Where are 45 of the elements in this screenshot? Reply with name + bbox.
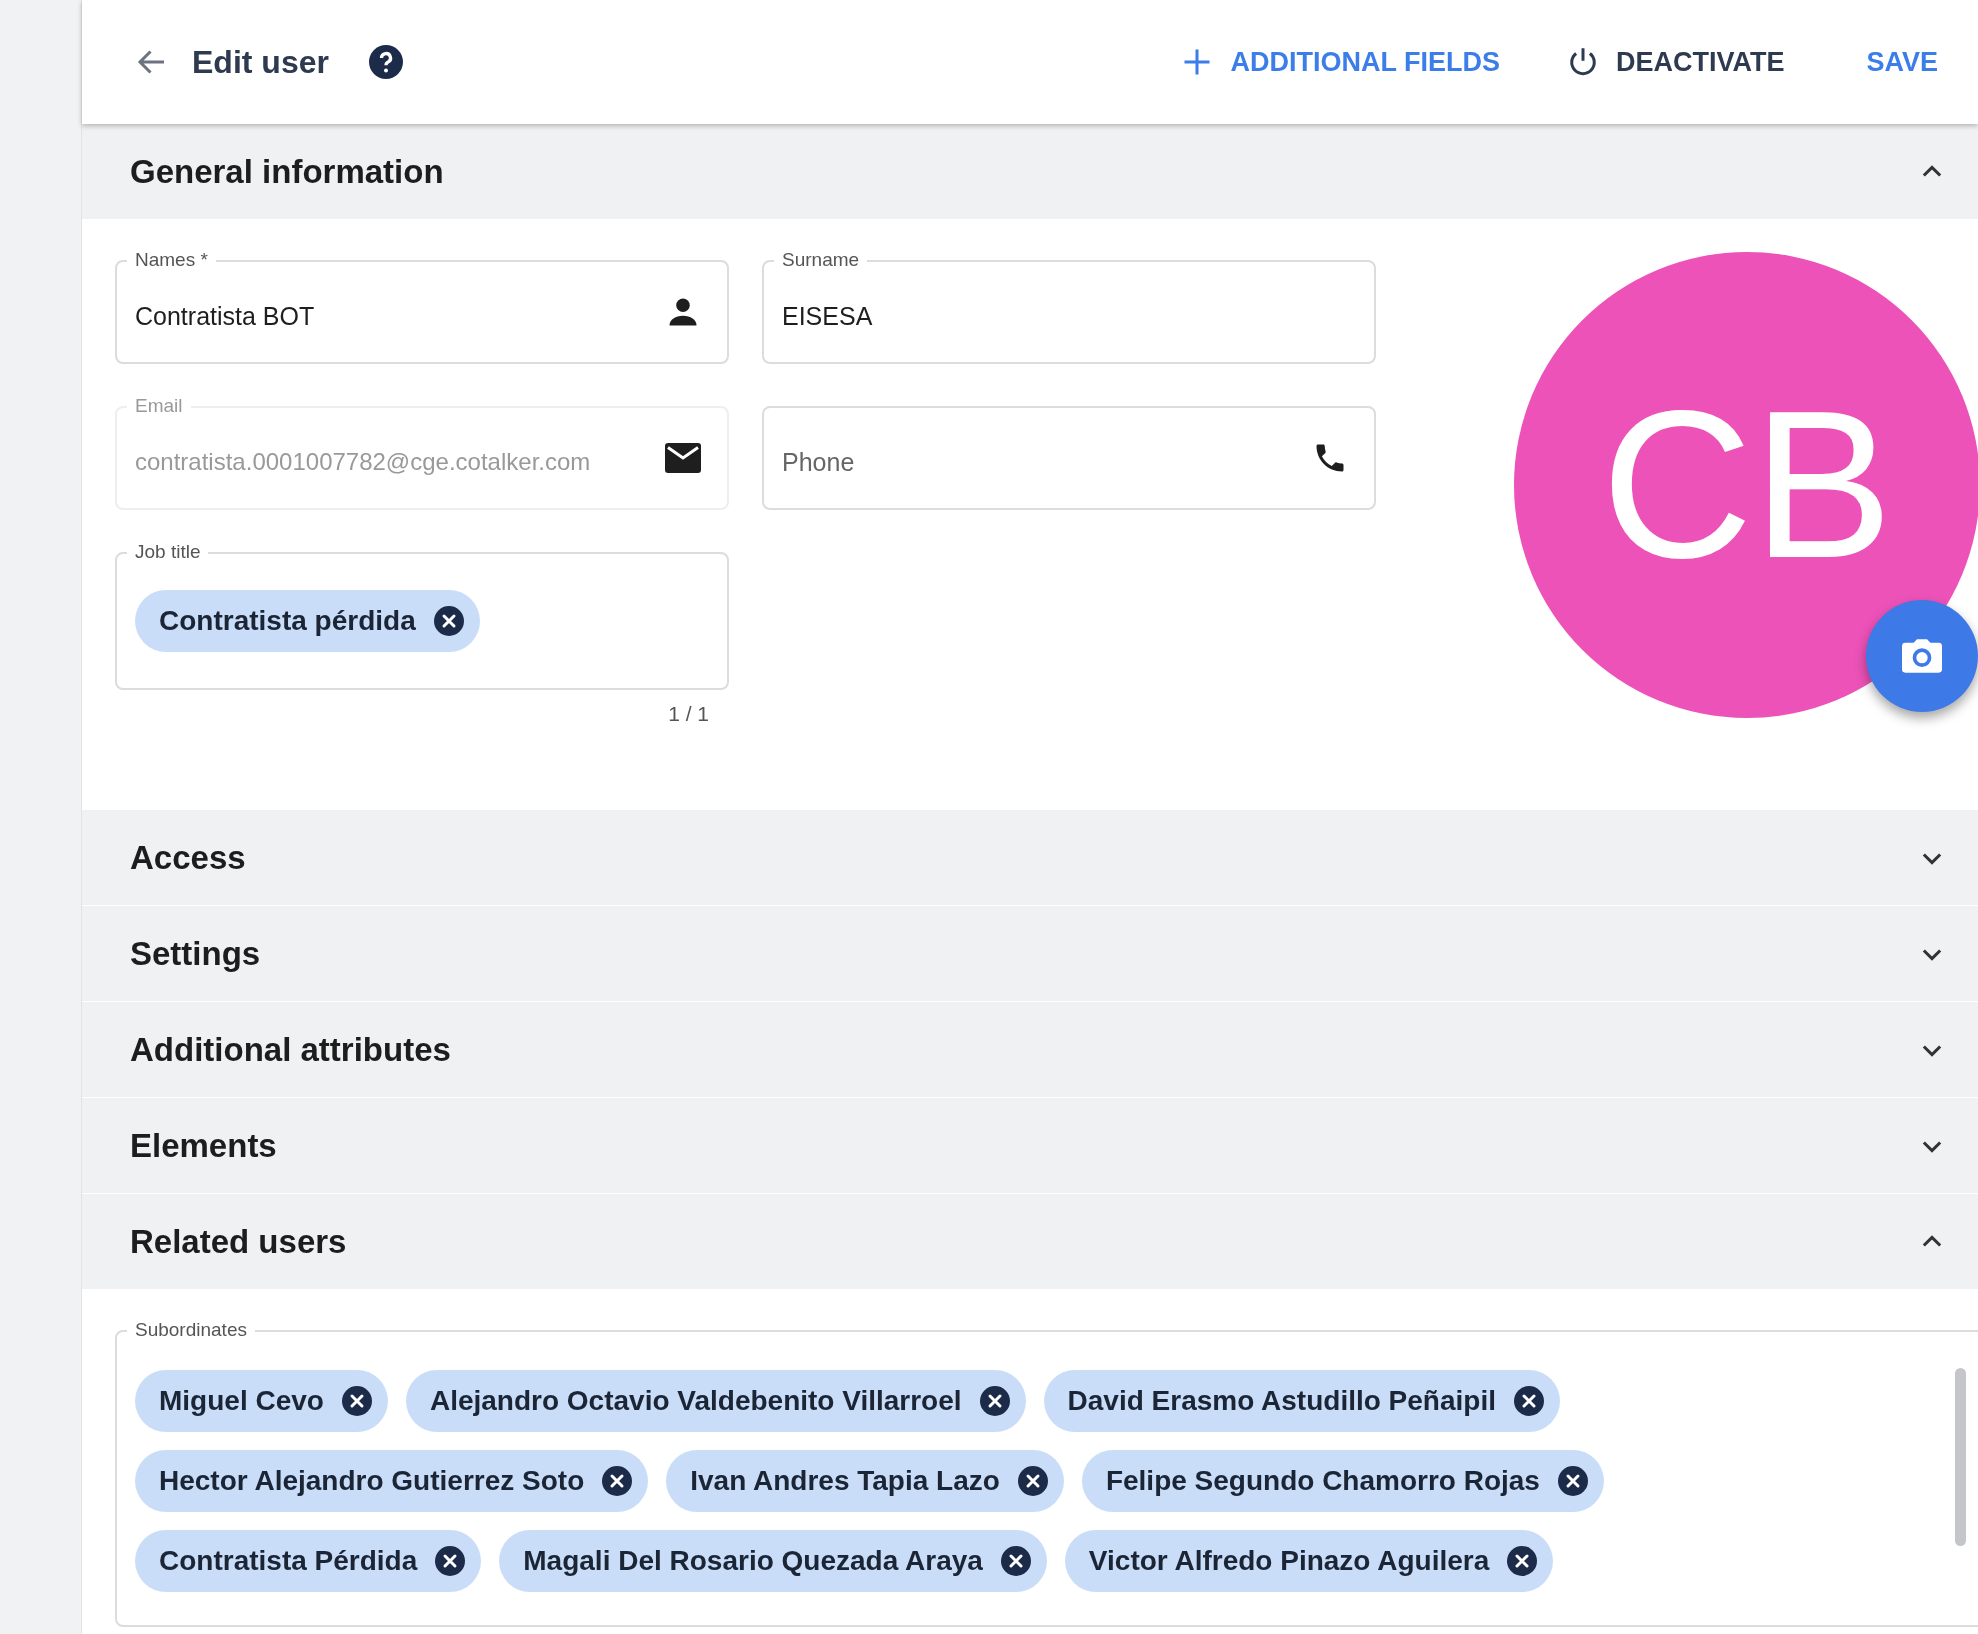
remove-icon[interactable] [1514, 1386, 1544, 1416]
remove-icon[interactable] [1000, 1546, 1031, 1576]
chip[interactable]: Alejandro Octavio Valdebenito Villarroel [405, 1370, 1026, 1432]
help-icon[interactable] [368, 45, 403, 79]
additional-fields-button[interactable]: ADDITIONAL FIELDS [1182, 46, 1500, 78]
mail-icon [665, 440, 701, 476]
remove-icon[interactable] [1017, 1466, 1048, 1496]
page-title: Edit user [192, 43, 329, 81]
remove-icon[interactable] [602, 1466, 633, 1496]
section-header[interactable]: Settings [82, 906, 1978, 1002]
remove-icon[interactable] [979, 1386, 1010, 1416]
remove-icon[interactable] [1507, 1546, 1538, 1576]
counter: 1 / 1 [668, 702, 709, 726]
chip[interactable]: Miguel Cevo [135, 1370, 388, 1432]
deactivate-button[interactable]: DEACTIVATE [1567, 46, 1785, 78]
remove-icon[interactable] [433, 606, 464, 636]
section-header[interactable]: Additional attributes [82, 1002, 1978, 1098]
section-header[interactable]: Related users [82, 1194, 1978, 1290]
scrollbar[interactable] [1955, 1368, 1966, 1546]
plus-icon [1182, 47, 1213, 77]
chip[interactable]: David Erasmo Astudillo Peñaipil [1043, 1370, 1560, 1432]
section-header[interactable]: General information [82, 124, 1978, 220]
remove-icon[interactable] [1557, 1466, 1588, 1496]
section-title: Additional attributes [130, 1030, 452, 1069]
chip[interactable]: Victor Alfredo Pinazo Aguilera [1064, 1530, 1554, 1592]
section-title: Related users [130, 1222, 348, 1261]
camera-button[interactable] [1866, 600, 1978, 712]
chip[interactable]: Hector Alejandro Gutierrez Soto [135, 1450, 649, 1512]
power-icon [1567, 47, 1598, 77]
section-header[interactable]: Access [82, 810, 1978, 906]
section-title: Access [130, 838, 247, 877]
chip[interactable]: Ivan Andres Tapia Lazo [666, 1450, 1064, 1512]
chip[interactable]: Contratista pérdida [135, 590, 480, 652]
chip[interactable]: Felipe Segundo Chamorro Rojas [1081, 1450, 1604, 1512]
section-title: Elements [130, 1126, 278, 1165]
camera-icon [1902, 639, 1942, 673]
section-header[interactable]: Elements [82, 1098, 1978, 1194]
remove-icon[interactable] [341, 1386, 372, 1416]
section-title: Settings [130, 934, 262, 973]
chip[interactable]: Magali Del Rosario Quezada Araya [499, 1530, 1047, 1592]
chip[interactable]: Contratista Pérdida [135, 1530, 482, 1592]
section-title: General information [130, 152, 445, 191]
remove-icon[interactable] [435, 1546, 466, 1576]
avatar: CB [1514, 252, 1978, 718]
save-button[interactable]: SAVE [1866, 46, 1938, 78]
